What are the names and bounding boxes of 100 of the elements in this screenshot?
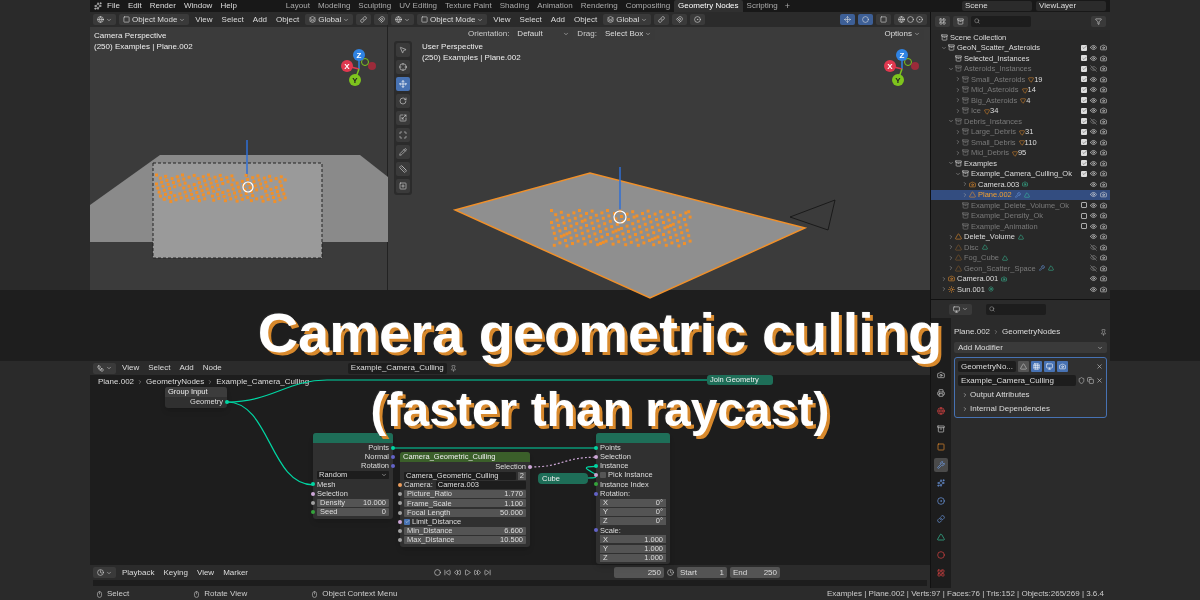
filter-type-button[interactable]	[953, 15, 968, 27]
menu-item[interactable]: Select	[516, 15, 545, 24]
editor-type-button[interactable]	[949, 303, 972, 315]
node-socket-icon[interactable]	[311, 482, 315, 487]
modifier-toggle[interactable]	[1044, 361, 1055, 372]
modifier-toggle[interactable]	[1057, 361, 1068, 372]
node-socket-icon[interactable]	[398, 510, 402, 515]
menu-item[interactable]: Add	[176, 364, 197, 372]
menu-item[interactable]: Select	[145, 364, 174, 372]
axis-handle[interactable]: Z	[896, 49, 908, 61]
node-socket-icon[interactable]	[398, 528, 402, 533]
node-socket-icon[interactable]	[398, 482, 402, 487]
node-socket-icon[interactable]	[311, 509, 315, 514]
menu-item[interactable]: View	[192, 15, 216, 24]
node-socket-icon[interactable]	[391, 454, 395, 459]
tool-button[interactable]	[396, 94, 410, 108]
node-socket-icon[interactable]	[594, 463, 598, 468]
workspace-tab[interactable]: Animation	[533, 0, 577, 12]
node-socket-icon[interactable]	[391, 445, 395, 450]
menu-item[interactable]: View	[119, 364, 143, 372]
current-frame-field[interactable]: 250	[614, 567, 665, 578]
menu-item[interactable]: Marker	[220, 568, 252, 577]
menu-item[interactable]: File	[104, 2, 123, 10]
workspace-tab[interactable]: Layout	[281, 0, 314, 12]
properties-tab[interactable]	[934, 386, 948, 400]
node-socket-icon[interactable]	[225, 399, 229, 404]
checkbox[interactable]	[1081, 160, 1087, 167]
editor-type-button[interactable]	[391, 14, 414, 25]
properties-tab[interactable]	[934, 530, 948, 544]
modifier-toggle[interactable]	[1018, 361, 1029, 372]
menu-item[interactable]: Help	[217, 2, 240, 10]
workspace-tab[interactable]: Modeling	[313, 0, 355, 12]
workspace-tab[interactable]: Sculpting	[354, 0, 396, 12]
workspace-tab[interactable]: Compositing	[621, 0, 675, 12]
node-socket-icon[interactable]	[398, 519, 402, 524]
checkbox[interactable]	[404, 518, 410, 525]
node-group-field[interactable]: Example_Camera_Culling	[958, 375, 1076, 386]
node-socket-icon[interactable]	[594, 445, 598, 450]
pivot-button[interactable]	[356, 14, 372, 25]
axis-handle[interactable]: Y	[892, 74, 904, 86]
menu-item[interactable]: Add	[249, 15, 271, 24]
editor-type-button[interactable]	[93, 567, 116, 578]
menu-item[interactable]: View	[490, 15, 514, 24]
menu-item[interactable]: Keying	[160, 568, 191, 577]
properties-tab[interactable]	[934, 494, 948, 508]
checkbox[interactable]	[600, 472, 606, 479]
properties-tab[interactable]	[934, 422, 948, 436]
node-socket-icon[interactable]	[594, 473, 598, 478]
properties-tab[interactable]	[934, 512, 948, 526]
tool-button[interactable]	[396, 77, 410, 91]
tool-button[interactable]	[396, 43, 410, 57]
proportional-button[interactable]	[690, 14, 706, 25]
end-frame-field[interactable]: End 250	[730, 567, 781, 578]
workspace-tab[interactable]: Rendering	[576, 0, 622, 12]
node-socket-icon[interactable]	[594, 454, 598, 459]
filter-button[interactable]	[1091, 15, 1106, 27]
snap-button[interactable]	[672, 14, 688, 25]
xray-button[interactable]	[876, 14, 891, 25]
axis-handle[interactable]: Z	[353, 49, 365, 61]
workspace-tab[interactable]: Texture Paint	[441, 0, 496, 12]
menu-item[interactable]: View	[193, 568, 218, 577]
modifier-name-field[interactable]: GeometryNo...	[958, 361, 1016, 372]
editor-type-button[interactable]	[93, 362, 116, 374]
node-socket-icon[interactable]	[594, 528, 598, 533]
menu-item[interactable]: Window	[180, 2, 216, 10]
start-frame-field[interactable]: Start 1	[677, 567, 728, 578]
workspace-tab[interactable]: Geometry Nodes	[674, 0, 743, 12]
checkbox[interactable]	[1081, 170, 1087, 177]
workspace-tab[interactable]: UV Editing	[395, 0, 442, 12]
menu-item[interactable]: Render	[146, 2, 179, 10]
editor-type-button[interactable]	[93, 14, 116, 25]
node-group-selector[interactable]: Example_Camera_Culling	[347, 362, 447, 374]
axis-handle[interactable]: Y	[349, 74, 361, 86]
search-field[interactable]	[971, 15, 1031, 27]
checkbox[interactable]	[1081, 44, 1087, 51]
node-socket-icon[interactable]	[398, 538, 402, 543]
menu-item[interactable]: Playback	[119, 568, 158, 577]
orientation-dropdown[interactable]: Global	[603, 14, 652, 25]
node-socket-icon[interactable]	[398, 501, 402, 506]
gizmo-button[interactable]	[840, 14, 855, 25]
properties-tab[interactable]	[934, 404, 948, 418]
workspace-tab[interactable]: Scripting	[742, 0, 782, 12]
subpanel-header[interactable]: Internal Dependencies	[958, 403, 1103, 414]
properties-tab[interactable]	[934, 458, 948, 472]
tool-button[interactable]	[396, 60, 410, 74]
node-socket-icon[interactable]	[391, 463, 395, 468]
orientation-dropdown[interactable]: Global	[305, 14, 354, 25]
snap-button[interactable]	[374, 14, 390, 25]
node-socket-icon[interactable]	[594, 491, 598, 496]
tool-button[interactable]	[396, 145, 410, 159]
mode-dropdown[interactable]: Object Mode	[417, 14, 488, 25]
workspace-tab[interactable]: Shading	[495, 0, 534, 12]
tool-button[interactable]	[396, 179, 410, 193]
tool-button[interactable]	[396, 111, 410, 125]
menu-item[interactable]: Object	[273, 15, 303, 24]
tool-button[interactable]	[396, 162, 410, 176]
scene-selector[interactable]: Scene	[962, 1, 1032, 11]
pivot-button[interactable]	[654, 14, 670, 25]
node-socket-icon[interactable]	[311, 491, 315, 496]
properties-tab[interactable]	[934, 440, 948, 454]
